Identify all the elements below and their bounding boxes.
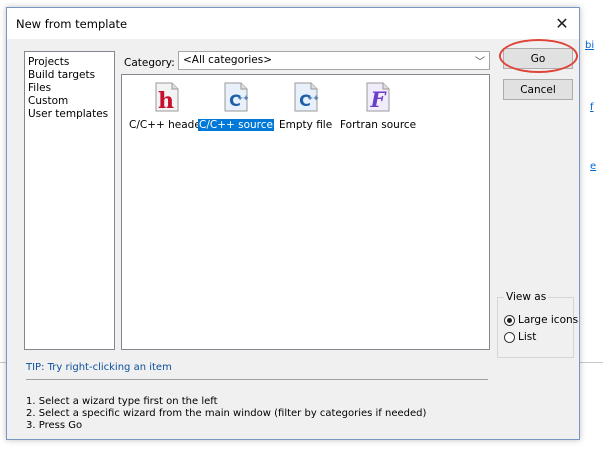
instruction-step: 2. Select a specific wizard from the mai… — [26, 408, 427, 419]
cpp-source-icon: C ++ — [224, 82, 249, 112]
svg-text:++: ++ — [237, 94, 249, 102]
dialog-title: New from template — [16, 17, 128, 31]
new-from-template-dialog: New from template ✕ Projects Build targe… — [6, 7, 580, 440]
svg-text:F: F — [370, 87, 388, 112]
wizard-type-list[interactable]: Projects Build targets Files Custom User… — [24, 51, 115, 350]
background-app: bi f e — [580, 0, 603, 457]
template-item-fortran-source[interactable]: F Fortran source — [339, 81, 417, 131]
category-label: Category: — [124, 57, 175, 69]
highlight-circle — [499, 39, 578, 73]
radio-label: Large icons — [518, 314, 579, 326]
chevron-down-icon: ﹀ — [475, 57, 485, 68]
svg-text:h: h — [158, 88, 174, 113]
sidebar-item-files[interactable]: Files — [28, 82, 111, 95]
title-bar: New from template ✕ — [7, 8, 579, 39]
fortran-source-icon: F — [366, 82, 390, 112]
category-dropdown[interactable]: <All categories> ﹀ — [178, 51, 490, 70]
tip-text: TIP: Try right-clicking an item — [26, 362, 172, 373]
category-selected-value: <All categories> — [183, 54, 272, 66]
view-as-group — [497, 297, 574, 358]
template-item-cpp-header[interactable]: h C/C++ header — [128, 81, 206, 131]
h-header-icon: h — [155, 82, 179, 114]
instructions: 1. Select a wizard type first on the lef… — [26, 396, 426, 432]
close-button[interactable]: ✕ — [545, 8, 579, 38]
instruction-step: 3. Press Go — [26, 420, 83, 431]
view-as-legend: View as — [504, 291, 549, 303]
background-link[interactable]: bi — [585, 40, 594, 51]
svg-text:++: ++ — [307, 94, 319, 102]
template-label: Empty file — [279, 119, 333, 131]
empty-file-icon: C ++ — [294, 82, 319, 112]
radio-label: List — [518, 331, 537, 343]
template-label: C/C++ header — [129, 119, 206, 131]
sidebar-item-custom[interactable]: Custom — [28, 95, 111, 108]
cancel-button[interactable]: Cancel — [503, 79, 573, 100]
template-label: C/C++ source — [198, 119, 275, 131]
radio-unchecked-icon — [504, 331, 515, 343]
radio-list[interactable]: List — [504, 331, 536, 343]
sidebar-item-projects[interactable]: Projects — [28, 56, 111, 69]
radio-large-icons[interactable]: Large icons — [504, 314, 578, 326]
close-icon: ✕ — [555, 13, 569, 33]
sidebar-item-user-templates[interactable]: User templates — [28, 108, 111, 121]
template-item-empty-file[interactable]: C ++ Empty file — [278, 81, 333, 131]
instruction-step: 1. Select a wizard type first on the lef… — [26, 396, 218, 407]
sidebar-item-build-targets[interactable]: Build targets — [28, 69, 111, 82]
template-icon-area[interactable]: h C/C++ header C ++ C/C++ source C ++ Em… — [121, 74, 490, 350]
radio-checked-icon — [504, 314, 515, 326]
template-item-cpp-source[interactable]: C ++ C/C++ source — [198, 81, 275, 131]
background-link[interactable]: e — [590, 161, 596, 172]
separator — [26, 379, 488, 380]
template-label: Fortran source — [340, 119, 417, 131]
background-link[interactable]: f — [590, 102, 594, 113]
